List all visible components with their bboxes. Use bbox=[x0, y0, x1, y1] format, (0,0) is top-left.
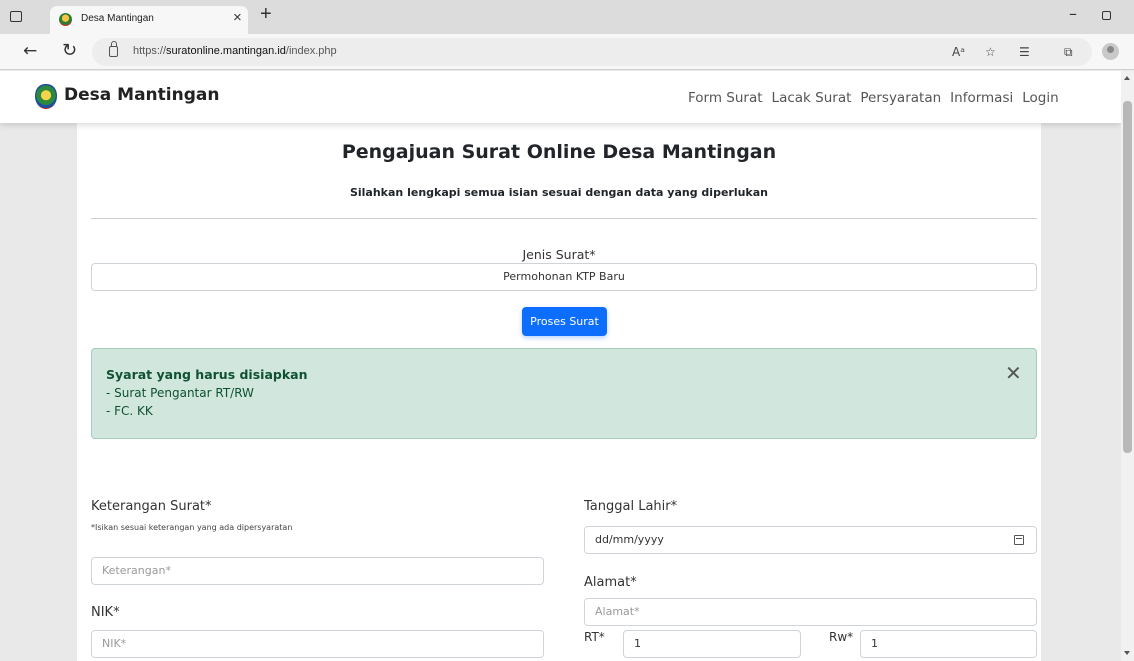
url-text[interactable]: https://suratonline.mantingan.id/index.p… bbox=[133, 45, 337, 57]
site-navbar: Desa Mantingan Form Surat Lacak Surat Pe… bbox=[0, 71, 1121, 123]
alert-item: - FC. KK bbox=[106, 404, 153, 418]
calendar-icon[interactable] bbox=[1014, 535, 1024, 545]
browser-toolbar: ← ↻ https://suratonline.mantingan.id/ind… bbox=[0, 34, 1134, 70]
tanggal-lahir-input[interactable]: dd/mm/yyyy bbox=[584, 526, 1037, 554]
rw-input[interactable]: 1 bbox=[860, 630, 1037, 658]
rt-input[interactable]: 1 bbox=[623, 630, 801, 658]
favorites-list-icon[interactable]: ☰ bbox=[1019, 45, 1030, 59]
keterangan-input[interactable]: Keterangan* bbox=[91, 557, 544, 585]
window-restore-icon[interactable] bbox=[1102, 11, 1111, 20]
window-minimize-icon[interactable]: – bbox=[1069, 4, 1077, 23]
scrollbar-thumb[interactable] bbox=[1123, 101, 1132, 453]
page-scrollbar[interactable] bbox=[1121, 71, 1134, 661]
date-placeholder: dd/mm/yyyy bbox=[595, 533, 664, 546]
rt-label: RT* bbox=[584, 630, 605, 644]
nik-label: NIK* bbox=[91, 605, 120, 620]
back-arrow-icon[interactable]: ← bbox=[23, 41, 37, 61]
jenis-surat-select[interactable]: Permohonan KTP Baru bbox=[91, 263, 1037, 291]
address-bar[interactable]: https://suratonline.mantingan.id/index.p… bbox=[92, 38, 1092, 66]
alert-item: - Surat Pengantar RT/RW bbox=[106, 386, 254, 400]
new-tab-button[interactable]: + bbox=[260, 3, 272, 26]
rw-label: Rw* bbox=[829, 630, 854, 644]
nav-link-login[interactable]: Login bbox=[1022, 90, 1058, 106]
profile-avatar-icon[interactable] bbox=[1102, 43, 1119, 60]
nav-links: Form Surat Lacak Surat Persyaratan Infor… bbox=[688, 90, 1068, 106]
village-logo-icon[interactable] bbox=[35, 84, 57, 109]
jenis-surat-label: Jenis Surat* bbox=[522, 247, 596, 262]
browser-tab[interactable]: Desa Mantingan × bbox=[50, 6, 248, 34]
keterangan-hint: *Isikan sesuai keterangan yang ada diper… bbox=[91, 523, 293, 532]
keterangan-label: Keterangan Surat* bbox=[91, 499, 212, 514]
nav-link-informasi[interactable]: Informasi bbox=[950, 90, 1013, 106]
lock-icon[interactable] bbox=[109, 41, 118, 57]
page-title: Pengajuan Surat Online Desa Mantingan bbox=[341, 141, 777, 163]
nav-link-persyaratan[interactable]: Persyaratan bbox=[860, 90, 941, 106]
nav-link-form-surat[interactable]: Form Surat bbox=[688, 90, 763, 106]
collections-icon[interactable]: ⧉ bbox=[1064, 45, 1073, 60]
proses-surat-button[interactable]: Proses Surat bbox=[522, 307, 607, 336]
read-aloud-icon[interactable]: Aᵃ bbox=[952, 45, 965, 59]
alert-title: Syarat yang harus disiapkan bbox=[106, 367, 308, 382]
scroll-up-icon[interactable] bbox=[1124, 76, 1130, 80]
tab-close-icon[interactable]: × bbox=[233, 9, 242, 26]
nav-link-lacak-surat[interactable]: Lacak Surat bbox=[772, 90, 852, 106]
form-card: Pengajuan Surat Online Desa Mantingan Si… bbox=[77, 116, 1041, 661]
close-icon[interactable]: ✕ bbox=[1005, 361, 1022, 385]
scroll-down-icon[interactable] bbox=[1124, 651, 1130, 655]
site-favicon-icon bbox=[59, 13, 72, 26]
alamat-input[interactable]: Alamat* bbox=[584, 598, 1037, 626]
brand-name[interactable]: Desa Mantingan bbox=[64, 85, 219, 105]
favorite-star-icon[interactable]: ☆ bbox=[985, 45, 996, 59]
requirements-alert: Syarat yang harus disiapkan - Surat Peng… bbox=[91, 348, 1037, 439]
reload-icon[interactable]: ↻ bbox=[62, 40, 77, 61]
alamat-label: Alamat* bbox=[584, 575, 637, 590]
browser-tab-strip: Desa Mantingan × + – bbox=[0, 0, 1134, 34]
tab-title: Desa Mantingan bbox=[81, 13, 154, 24]
tab-actions-icon[interactable] bbox=[10, 11, 22, 22]
tanggal-lahir-label: Tanggal Lahir* bbox=[584, 499, 678, 514]
page-viewport: Desa Mantingan Form Surat Lacak Surat Pe… bbox=[0, 71, 1121, 661]
nik-input[interactable]: NIK* bbox=[91, 630, 544, 658]
page-subtitle: Silahkan lengkapi semua isian sesuai den… bbox=[349, 186, 769, 199]
divider bbox=[91, 218, 1037, 219]
